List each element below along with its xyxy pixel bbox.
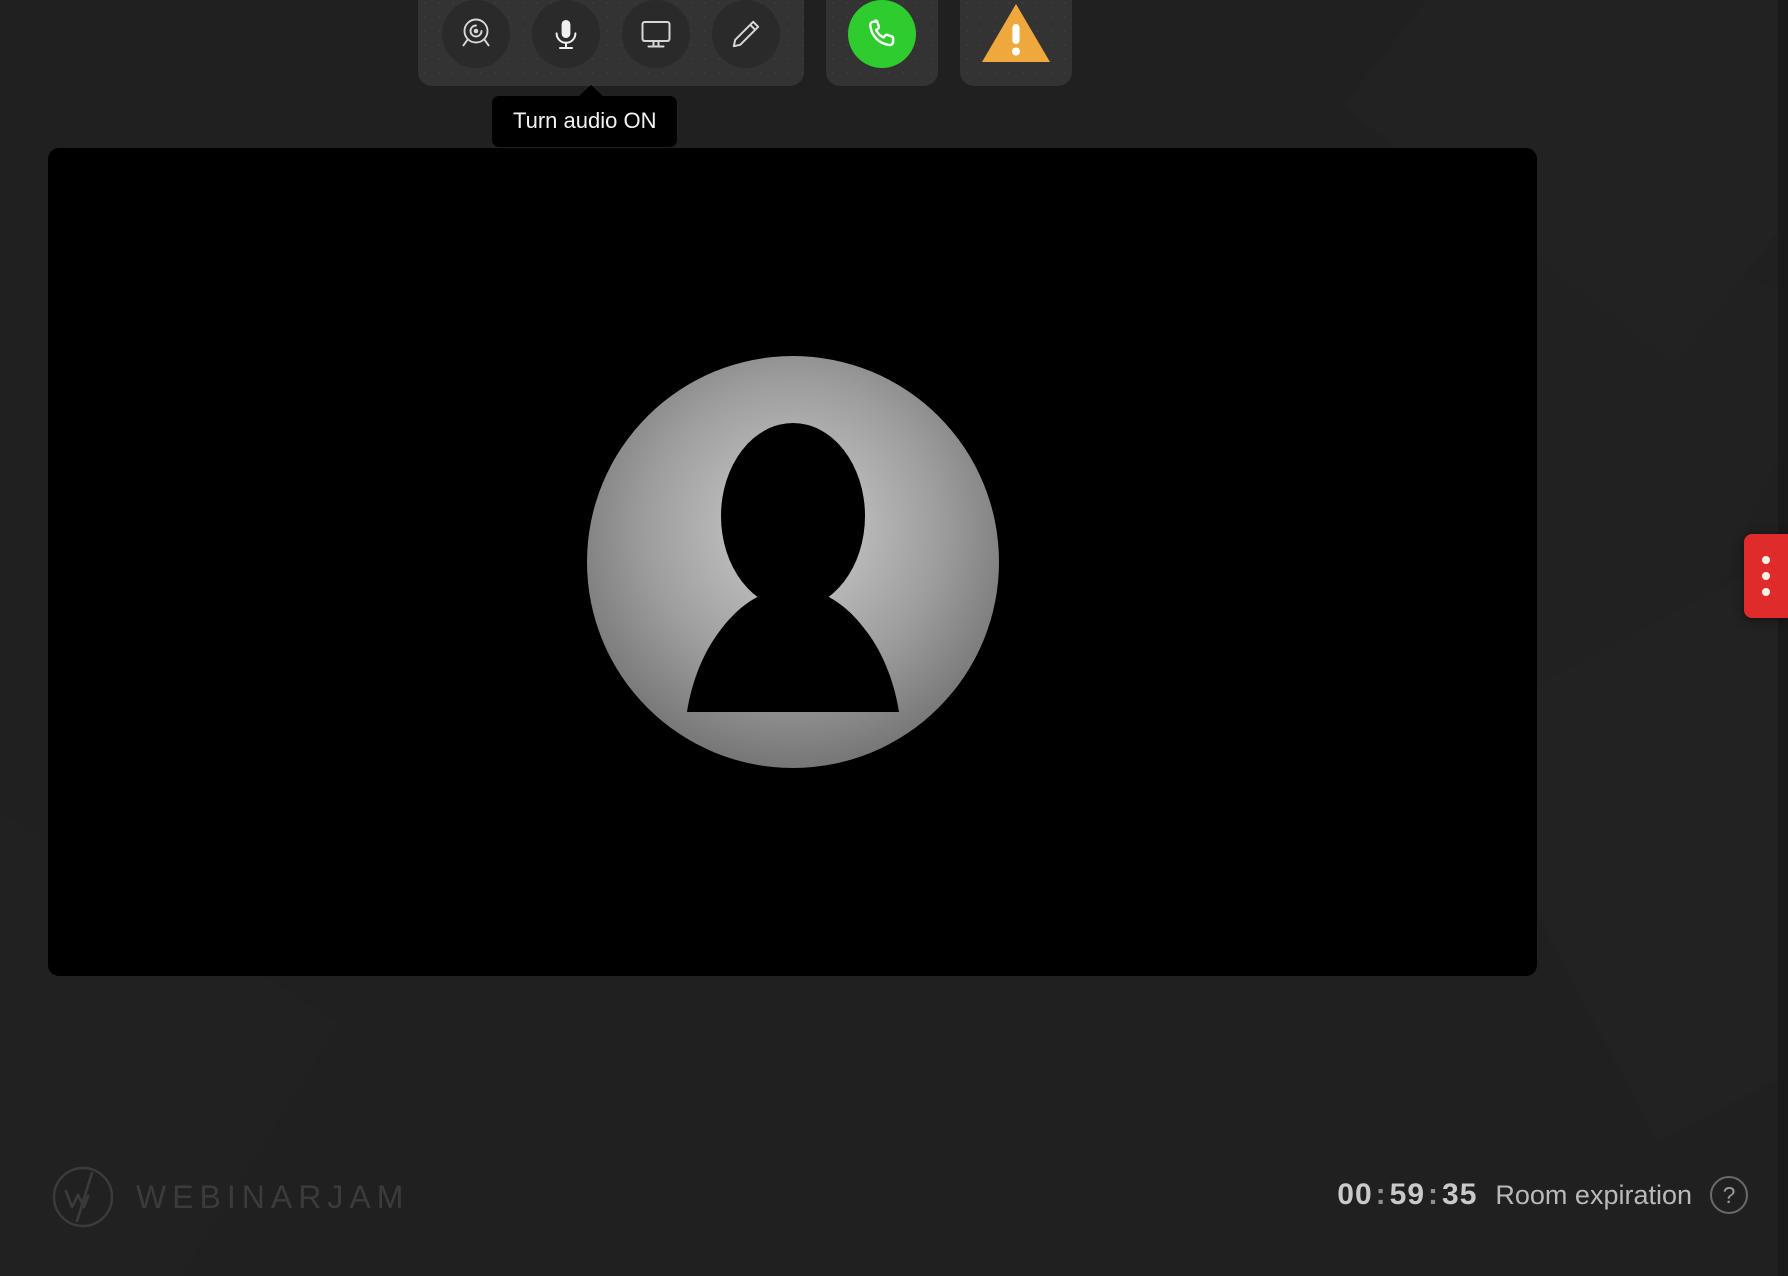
pencil-icon [726, 14, 766, 54]
timer-digits: 00:59:35 [1337, 1178, 1477, 1212]
webinarjam-logo: WEBINARJAM [52, 1166, 409, 1228]
warning-triangle-icon [980, 2, 1052, 66]
tooltip-arrow [578, 85, 604, 97]
timer-hours: 00 [1337, 1178, 1373, 1211]
help-glyph: ? [1722, 1181, 1736, 1208]
avatar [586, 356, 999, 768]
timer-minutes: 59 [1389, 1178, 1426, 1211]
phone-call-button[interactable] [848, 0, 916, 68]
camera-toggle-button[interactable] [442, 0, 510, 68]
kebab-dot [1762, 572, 1770, 580]
broadcast-toolbar [418, 0, 1072, 86]
monitor-icon [636, 14, 676, 54]
more-options-side-tab[interactable] [1744, 534, 1788, 618]
webinar-broadcast-screen: Turn audio ON WEBINARJAM 00: 59: 35 Ro… [0, 0, 1788, 1276]
dial-in-group [826, 0, 938, 86]
timer-seconds: 35 [1442, 1178, 1478, 1211]
screen-share-button[interactable] [622, 0, 690, 68]
timer-separator: : [1375, 1178, 1387, 1211]
timer-separator: : [1428, 1178, 1440, 1211]
timer-label: Room expiration [1495, 1179, 1692, 1210]
alert-button[interactable] [982, 0, 1050, 68]
presenter-video-panel[interactable] [48, 148, 1537, 976]
phone-icon [863, 15, 901, 53]
media-controls-group [418, 0, 804, 86]
kebab-dot [1762, 556, 1770, 564]
whiteboard-draw-button[interactable] [712, 0, 780, 68]
webinarjam-mark-icon [52, 1166, 114, 1228]
brand-wordmark: WEBINARJAM [136, 1178, 410, 1215]
microphone-icon [546, 14, 586, 54]
kebab-menu-icon [1762, 556, 1770, 596]
user-avatar-placeholder-icon [586, 356, 999, 768]
footer-bar: WEBINARJAM 00:59:35 Room expiration ? [0, 1140, 1788, 1276]
webcam-icon [456, 14, 496, 54]
right-edge-strip [1778, 0, 1788, 1276]
microphone-toggle-button[interactable] [532, 0, 600, 68]
question-mark-icon[interactable]: ? [1710, 1176, 1748, 1214]
tooltip-turn-audio-on: Turn audio ON [492, 85, 678, 147]
room-expiration-timer: 00:59:35 Room expiration ? [1337, 1176, 1748, 1214]
kebab-dot [1762, 588, 1770, 596]
tooltip-label: Turn audio ON [513, 108, 657, 133]
alert-group [960, 0, 1072, 86]
